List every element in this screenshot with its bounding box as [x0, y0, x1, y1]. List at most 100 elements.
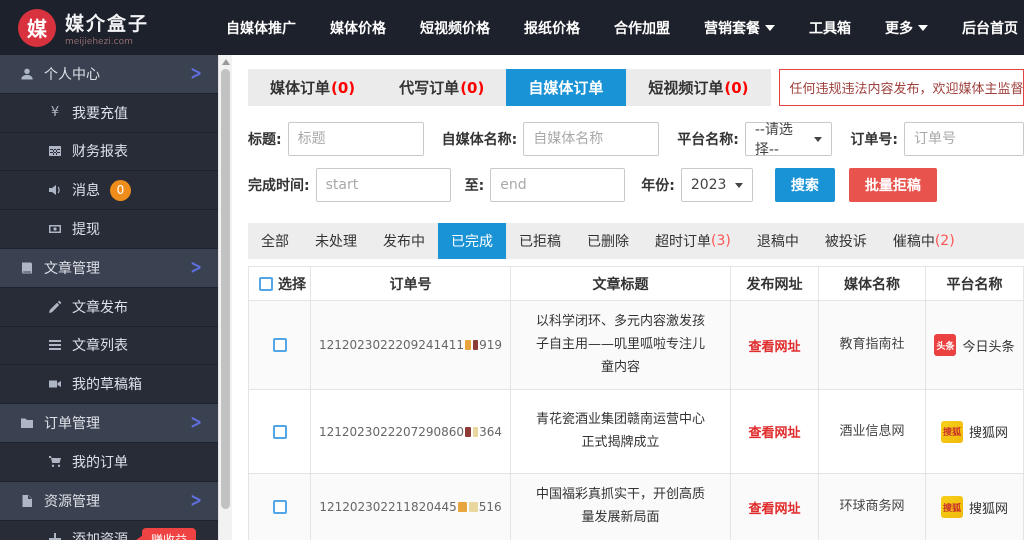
tab-ghostwrite-orders[interactable]: 代写订单 (0): [377, 69, 506, 106]
sidebar-item-order-management[interactable]: 订单管理 >: [0, 404, 218, 443]
status-tab-deleted[interactable]: 已删除: [574, 223, 642, 259]
sidebar-item-resource-management[interactable]: 资源管理 >: [0, 482, 218, 521]
platform-name: 头条 今日头条: [926, 301, 1023, 389]
nav-zimeiti-promo[interactable]: 自媒体推广: [226, 18, 296, 38]
status-tab-completed[interactable]: 已完成: [438, 223, 506, 259]
nav-toolbox[interactable]: 工具箱: [809, 18, 851, 38]
nav-join[interactable]: 合作加盟: [614, 18, 670, 38]
nav-media-price[interactable]: 媒体价格: [330, 18, 386, 38]
batch-reject-button[interactable]: 批量拒稿: [849, 168, 937, 202]
end-date-input[interactable]: [490, 168, 625, 202]
scrollbar-up-arrow-icon[interactable]: [222, 59, 230, 65]
order-number: 121202302211820445516: [311, 474, 511, 540]
filter-row-1: 标题: 自媒体名称: 平台名称: --请选择-- 订单号:: [248, 122, 1024, 156]
toutiao-icon: 头条: [934, 334, 956, 356]
view-url-link[interactable]: 查看网址: [748, 336, 800, 355]
sidebar-item-recharge[interactable]: ¥ 我要充值: [0, 94, 218, 133]
nav-marketing-package[interactable]: 营销套餐: [704, 18, 775, 38]
nav-video-price[interactable]: 短视频价格: [420, 18, 490, 38]
sidebar: 个人中心 > ¥ 我要充值 财务报表 消息 0 提现 文章管理 > 文章发布 文…: [0, 55, 218, 540]
tab-media-orders[interactable]: 媒体订单(0): [248, 69, 377, 106]
cash-icon: [46, 222, 64, 236]
search-button[interactable]: 搜索: [775, 168, 835, 202]
sidebar-scrollbar[interactable]: [218, 55, 232, 540]
redacted-block: [465, 340, 471, 350]
scrollbar-thumb[interactable]: [221, 69, 230, 509]
table-row: 1212023022209241411919 以科学闭环、多元内容激发孩子自主用…: [249, 301, 1023, 390]
col-publish-url: 发布网址: [731, 267, 819, 300]
user-icon: [18, 67, 36, 81]
chevron-down-icon: [765, 25, 775, 31]
select-all-checkbox[interactable]: [259, 277, 273, 291]
media-name: 教育指南社: [819, 301, 926, 389]
brand-domain: meijiehezi.com: [65, 37, 149, 47]
messages-count-badge: 0: [110, 180, 131, 201]
sidebar-item-messages[interactable]: 消息 0: [0, 171, 218, 210]
status-tab-rejected[interactable]: 已拒稿: [506, 223, 574, 259]
chevron-down-icon: [735, 183, 743, 188]
redacted-block: [458, 502, 467, 512]
table-row: 121202302211820445516 中国福彩真抓实干，开创高质量发展新局…: [249, 474, 1023, 540]
col-order-no: 订单号: [311, 267, 511, 300]
row-checkbox[interactable]: [273, 425, 287, 439]
status-tab-unprocessed[interactable]: 未处理: [302, 223, 370, 259]
order-no-filter-input[interactable]: [904, 122, 1024, 156]
redacted-block: [473, 340, 479, 350]
sidebar-item-withdraw[interactable]: 提现: [0, 210, 218, 249]
yen-icon: ¥: [46, 106, 64, 120]
tab-shortvideo-orders[interactable]: 短视频订单(0): [626, 69, 770, 106]
col-platform-name: 平台名称: [926, 267, 1023, 300]
redacted-block: [473, 427, 479, 437]
media-name: 环球商务网: [819, 474, 926, 540]
status-tab-all[interactable]: 全部: [248, 223, 302, 259]
chevron-right-icon: >: [190, 489, 202, 511]
chevron-down-icon: [918, 25, 928, 31]
doc-icon: [18, 494, 36, 508]
cart-icon: [46, 455, 64, 469]
status-tab-urging[interactable]: 催稿中(2): [880, 223, 968, 259]
sidebar-item-article-publish[interactable]: 文章发布: [0, 288, 218, 327]
sidebar-item-article-management[interactable]: 文章管理 >: [0, 249, 218, 288]
status-tab-publishing[interactable]: 发布中: [370, 223, 438, 259]
filter-row-2: 完成时间: 至: 年份: 2023 搜索 批量拒稿: [248, 168, 1024, 202]
nav-more[interactable]: 更多: [885, 18, 928, 38]
nav-paper-price[interactable]: 报纸价格: [524, 18, 580, 38]
redacted-block: [469, 502, 478, 512]
row-checkbox[interactable]: [273, 500, 287, 514]
sidebar-item-my-orders[interactable]: 我的订单: [0, 443, 218, 482]
article-title: 青花瓷酒业集团赣南运营中心正式揭牌成立: [511, 390, 731, 473]
order-type-tabs: 媒体订单(0) 代写订单 (0) 自媒体订单 短视频订单(0): [248, 69, 771, 106]
table-row: 1212023022207290860364 青花瓷酒业集团赣南运营中心正式揭牌…: [249, 390, 1023, 474]
brand-logo[interactable]: 媒 媒介盒子 meijiehezi.com: [18, 9, 218, 47]
folder-icon: [18, 416, 36, 430]
sidebar-item-add-resource[interactable]: 添加资源 赚收益: [0, 521, 218, 540]
view-url-link[interactable]: 查看网址: [748, 422, 800, 441]
tab-zimeiti-orders[interactable]: 自媒体订单: [506, 69, 626, 106]
article-title: 以科学闭环、多元内容激发孩子自主用——叽里呱啦专注儿童内容: [511, 301, 731, 389]
platform-name: 搜狐 搜狐网: [926, 390, 1023, 473]
table-header-row: 选择 订单号 文章标题 发布网址 媒体名称 平台名称: [249, 267, 1023, 301]
sidebar-item-finance-report[interactable]: 财务报表: [0, 133, 218, 172]
platform-filter-select[interactable]: --请选择--: [745, 122, 833, 156]
media-name: 酒业信息网: [819, 390, 926, 473]
plus-icon: [46, 532, 64, 540]
year-select[interactable]: 2023: [681, 168, 753, 202]
media-name-filter-label: 自媒体名称:: [442, 129, 518, 149]
start-date-input[interactable]: [316, 168, 451, 202]
chevron-right-icon: >: [190, 412, 202, 434]
sidebar-item-article-list[interactable]: 文章列表: [0, 327, 218, 366]
view-url-link[interactable]: 查看网址: [748, 498, 800, 517]
status-tab-complained[interactable]: 被投诉: [812, 223, 880, 259]
sidebar-item-personal-center[interactable]: 个人中心 >: [0, 55, 218, 94]
list-icon: [46, 338, 64, 352]
platform-filter-label: 平台名称:: [677, 129, 739, 149]
media-name-filter-input[interactable]: [523, 122, 659, 156]
sidebar-item-drafts[interactable]: 我的草稿箱: [0, 365, 218, 404]
top-nav: 自媒体推广 媒体价格 短视频价格 报纸价格 合作加盟 营销套餐 工具箱 更多 后…: [226, 18, 1018, 38]
title-filter-input[interactable]: [288, 122, 424, 156]
status-tab-returning[interactable]: 退稿中: [744, 223, 812, 259]
nav-backend-home[interactable]: 后台首页: [962, 18, 1018, 38]
row-checkbox[interactable]: [273, 338, 287, 352]
chevron-down-icon: [814, 137, 822, 142]
status-tab-overtime[interactable]: 超时订单(3): [642, 223, 744, 259]
